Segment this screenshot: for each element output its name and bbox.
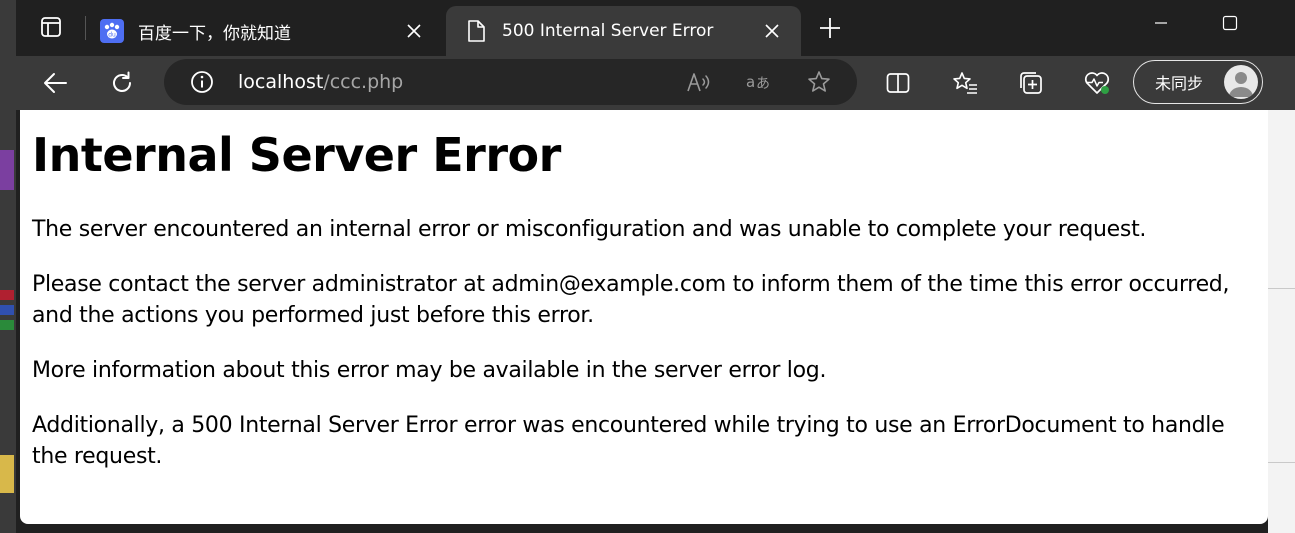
new-tab-button[interactable] [816,14,844,42]
url-host: localhost [238,71,324,93]
site-info-icon[interactable] [190,70,214,94]
profile-button[interactable]: 未同步 [1133,60,1263,104]
document-icon [464,19,488,43]
page-title: Internal Server Error [32,128,561,182]
log-message: More information about this error may be… [32,358,827,383]
tab-divider [85,16,86,40]
tab-actions-icon [41,17,61,37]
collections-button[interactable] [1014,66,1048,100]
address-bar[interactable]: localhost/ccc.php a あ [164,59,857,105]
maximize-button[interactable] [1215,8,1245,38]
contact-message: Please contact the server administrator … [32,272,1230,328]
favorites-button[interactable] [948,66,982,100]
desktop-background-left [0,0,16,533]
tab-strip: du 百度一下，你就知道 500 Internal Server Error [16,0,1295,56]
close-icon [407,24,421,38]
refresh-button[interactable] [105,66,139,100]
maximize-icon [1222,15,1238,31]
tab-title: 百度一下，你就知道 [138,23,291,44]
close-tab-button[interactable] [403,20,425,42]
plus-icon [820,18,840,38]
close-icon [765,24,779,38]
page-content: Internal Server Error The server encount… [20,110,1268,524]
errordocument-message: Additionally, a 500 Internal Server Erro… [32,413,1225,469]
sync-status-label: 未同步 [1155,74,1204,93]
refresh-icon [113,71,131,92]
tab-500-error[interactable]: 500 Internal Server Error [446,6,801,56]
browser-essentials-button[interactable] [1080,66,1114,100]
favorite-star-icon[interactable] [804,67,834,97]
error-message: The server encountered an internal error… [32,217,1147,242]
split-screen-button[interactable] [881,66,915,100]
side-panel-edge [1268,110,1295,533]
avatar [1224,65,1258,99]
url-path: /ccc.php [323,71,404,93]
translate-icon[interactable]: a あ [744,67,774,97]
minimize-icon [1155,22,1167,24]
svg-text:あ: あ [756,76,770,92]
toolbar: localhost/ccc.php a あ 未同步 [16,56,1295,110]
split-screen-icon [886,73,910,93]
favorites-list-icon [953,72,977,94]
tab-actions-button[interactable] [38,14,64,40]
svg-text:du: du [108,32,116,39]
minimize-button[interactable] [1146,8,1176,38]
close-tab-button[interactable] [761,20,783,42]
tab-baidu[interactable]: du 百度一下，你就知道 [98,6,443,56]
back-arrow-icon [44,73,67,93]
read-aloud-icon[interactable] [684,67,714,97]
tab-title: 500 Internal Server Error [502,21,714,41]
collections-icon [1020,72,1042,94]
baidu-paw-icon: du [100,19,124,43]
back-button[interactable] [38,66,72,100]
url-text[interactable]: localhost/ccc.php [238,70,403,94]
heart-pulse-icon [1084,72,1110,94]
svg-text:a: a [746,73,755,91]
